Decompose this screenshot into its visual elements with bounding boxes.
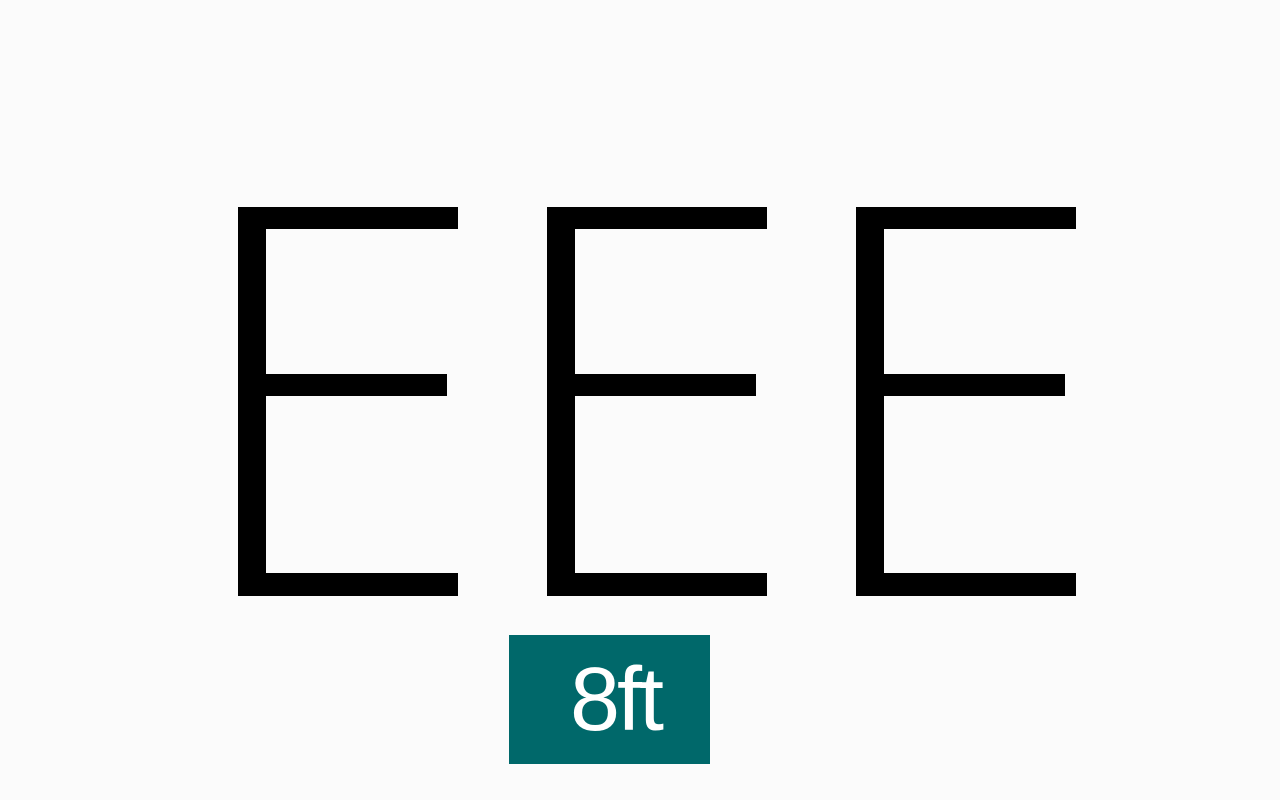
letter-stem [856,207,884,596]
optotype-e-3 [856,207,1076,596]
letter-bottom-arm [856,573,1076,596]
optotype-e-2 [547,207,767,596]
letter-middle-arm [238,374,447,396]
distance-label: 8ft [569,649,664,750]
letter-bottom-arm [238,573,458,596]
letter-middle-arm [856,374,1065,396]
letter-stem [238,207,266,596]
letter-top-arm [238,207,458,229]
vision-test-screen: 8ft [0,0,1280,800]
letter-stem [547,207,575,596]
letter-middle-arm [547,374,756,396]
distance-badge: 8ft [509,635,710,764]
letter-top-arm [547,207,767,229]
letter-bottom-arm [547,573,767,596]
optotype-e-1 [238,207,458,596]
letter-top-arm [856,207,1076,229]
